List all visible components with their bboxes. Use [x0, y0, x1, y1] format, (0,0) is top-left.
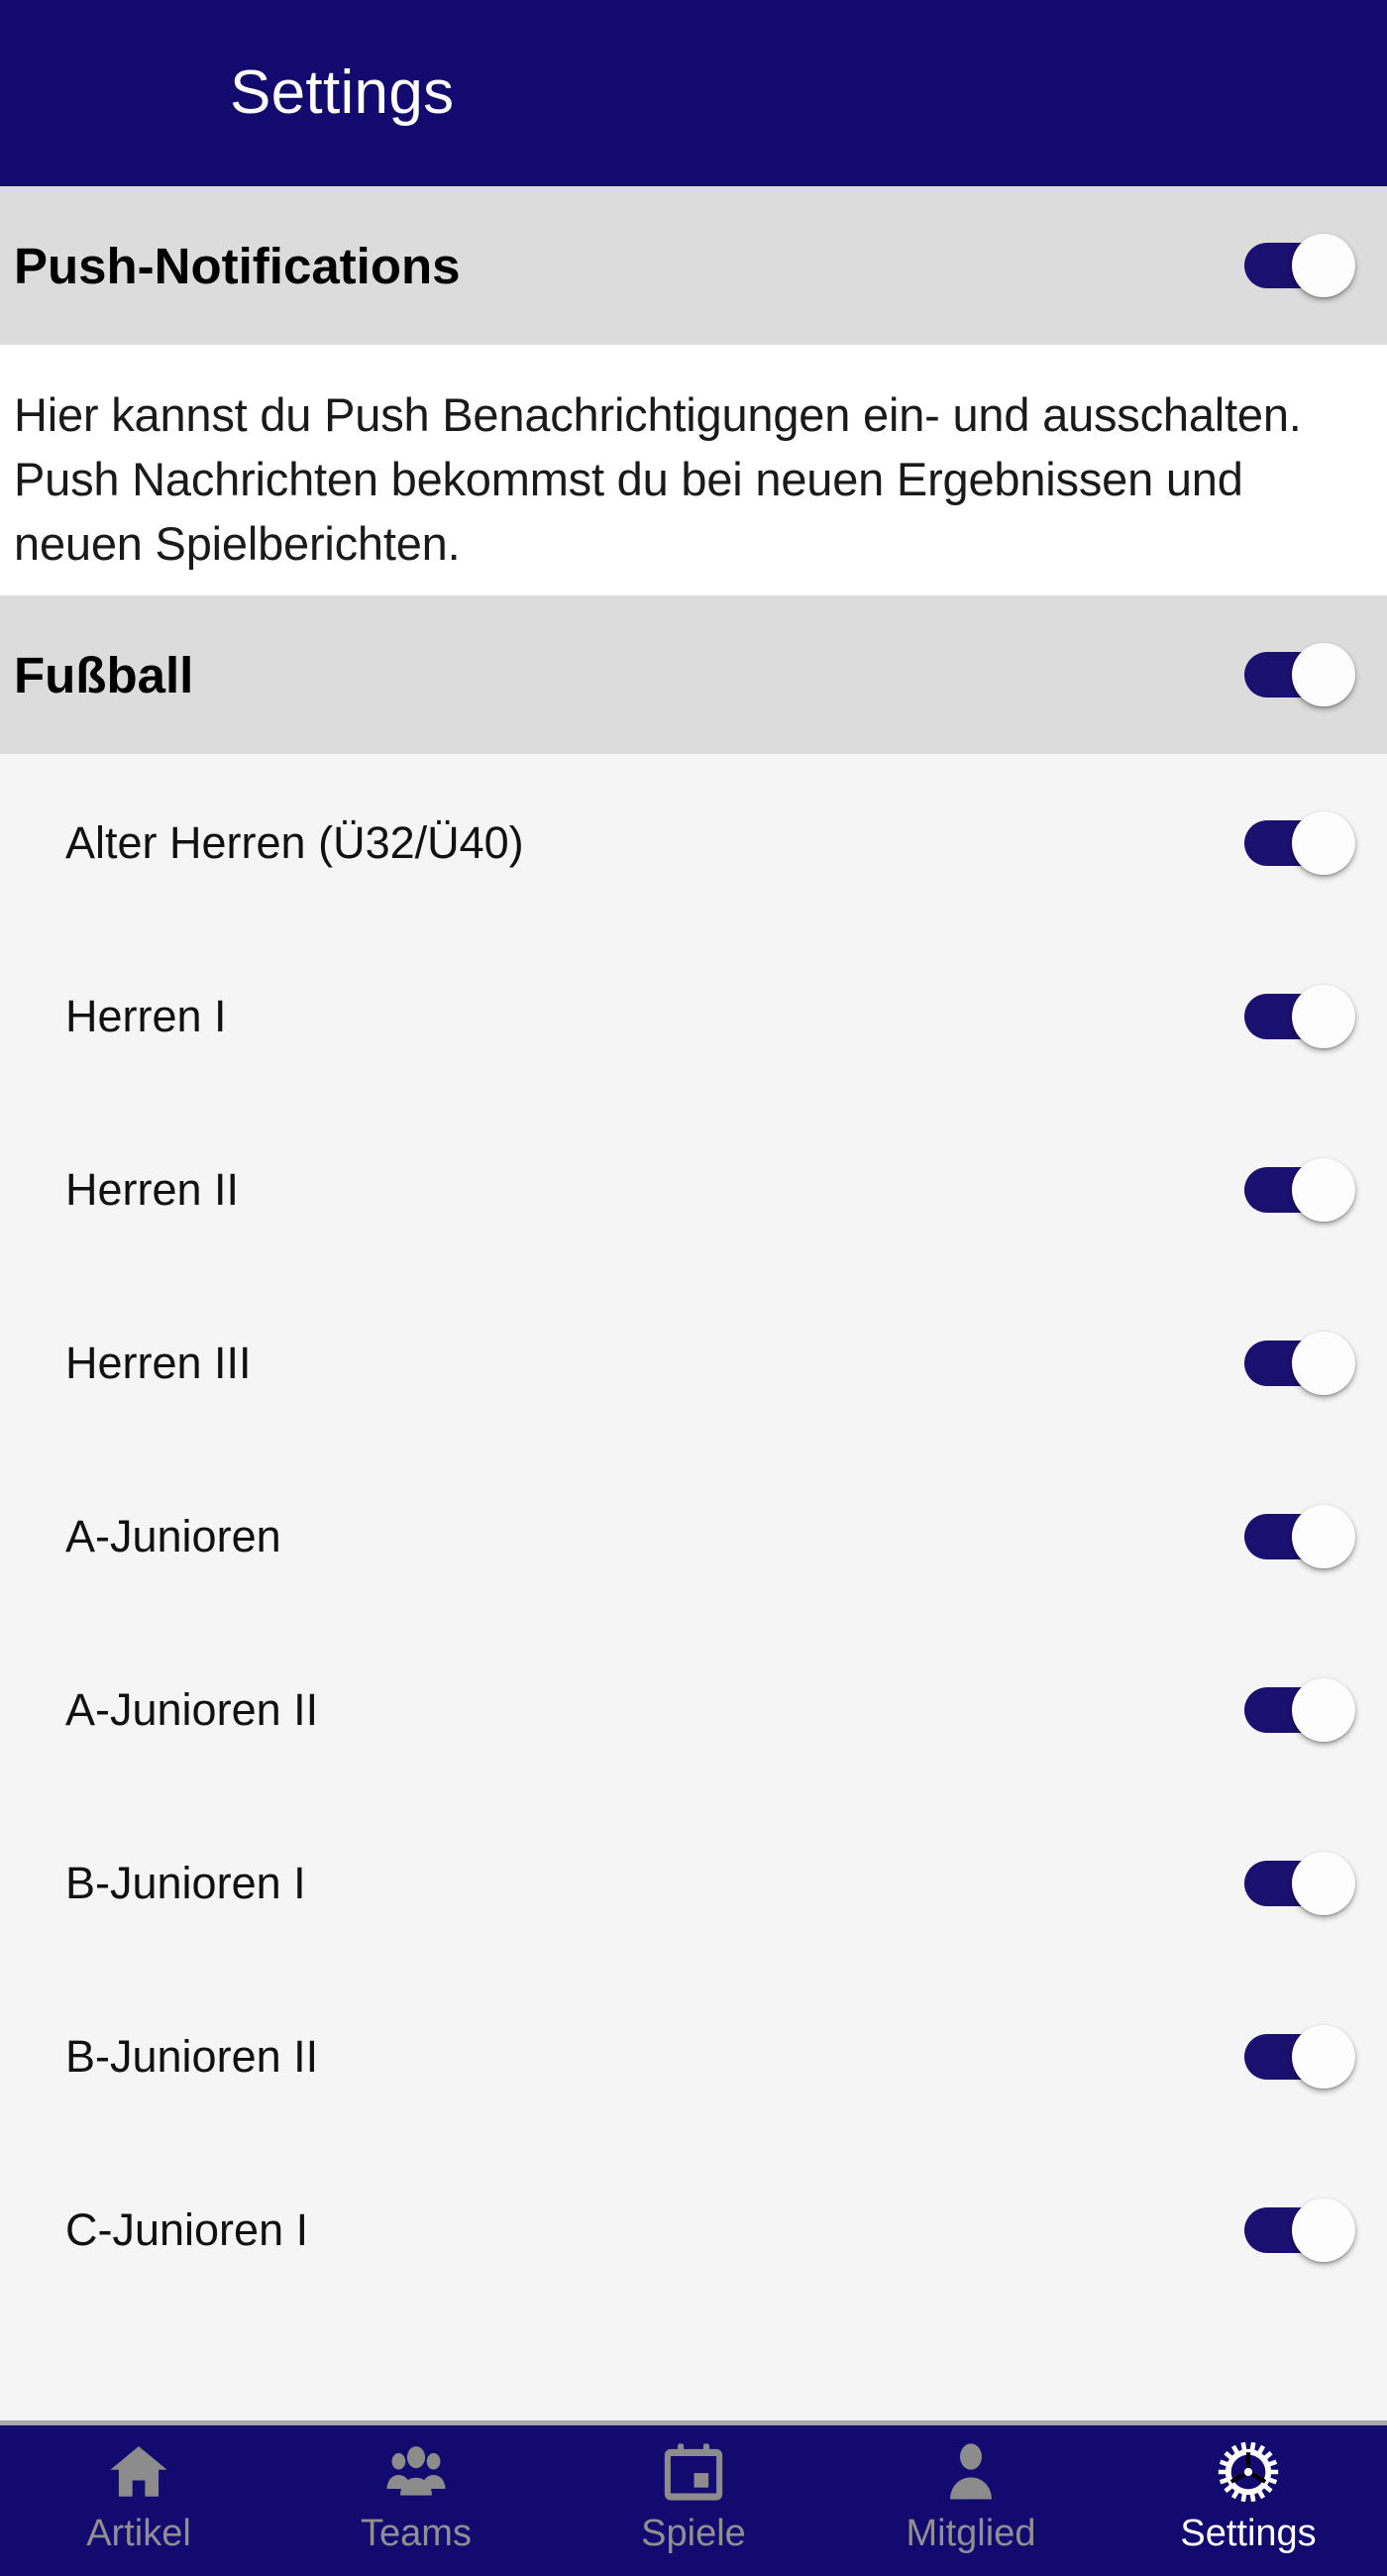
nav-item-label: Settings [1180, 2513, 1317, 2554]
team-row[interactable]: C-Junioren I [0, 2143, 1387, 2316]
toggle-thumb [1292, 643, 1355, 706]
team-toggle[interactable] [1244, 1331, 1355, 1395]
nav-item-spiele[interactable]: Spiele [555, 2425, 832, 2576]
team-row[interactable]: B-Junioren I [0, 1796, 1387, 1970]
description-text: Hier kannst du Push Benachrichtigungen e… [14, 388, 1302, 570]
team-label: Herren III [65, 1338, 252, 1388]
team-label: A-Junioren [65, 1511, 281, 1561]
fussball-label: Fußball [14, 646, 194, 703]
toggle-thumb [1292, 1504, 1355, 1568]
app-bar: Settings [0, 0, 1387, 186]
team-row[interactable]: A-Junioren [0, 1449, 1387, 1623]
settings-scroll-body[interactable]: Push-Notifications Hier kannst du Push B… [0, 186, 1387, 2420]
nav-item-teams[interactable]: Teams [277, 2425, 555, 2576]
home-icon [106, 2439, 171, 2505]
people-icon [383, 2439, 449, 2505]
team-list: Alter Herren (Ü32/Ü40) Herren I Herren II H… [0, 754, 1387, 2420]
page-title: Settings [230, 58, 455, 127]
nav-item-artikel[interactable]: Artikel [0, 2425, 277, 2576]
team-toggle[interactable] [1244, 1504, 1355, 1568]
team-label: C-Junioren I [65, 2204, 309, 2255]
push-notifications-description: Hier kannst du Push Benachrichtigungen e… [0, 345, 1387, 595]
push-notifications-label: Push-Notifications [14, 237, 461, 294]
team-label: Alter Herren (Ü32/Ü40) [65, 817, 524, 868]
push-notifications-toggle[interactable] [1244, 234, 1355, 297]
team-toggle[interactable] [1244, 2024, 1355, 2089]
team-toggle[interactable] [1244, 1157, 1355, 1222]
toggle-thumb [1292, 984, 1355, 1048]
team-row[interactable]: Alter Herren (Ü32/Ü40) [0, 756, 1387, 929]
nav-item-label: Teams [361, 2513, 472, 2554]
team-toggle[interactable] [1244, 810, 1355, 875]
nav-item-label: Artikel [86, 2513, 191, 2554]
team-label: B-Junioren II [65, 2031, 319, 2082]
team-row[interactable]: B-Junioren II [0, 1970, 1387, 2143]
toggle-thumb [1292, 2024, 1355, 2089]
team-label: Herren I [65, 991, 227, 1041]
team-toggle[interactable] [1244, 1677, 1355, 1742]
toggle-thumb [1292, 810, 1355, 875]
nav-item-mitglied[interactable]: Mitglied [832, 2425, 1110, 2576]
toggle-thumb [1292, 2198, 1355, 2262]
fussball-section-header[interactable]: Fußball [0, 595, 1387, 754]
team-toggle[interactable] [1244, 1851, 1355, 1915]
team-toggle[interactable] [1244, 984, 1355, 1048]
team-label: Herren II [65, 1164, 240, 1215]
bottom-navigation: Artikel Teams Spiele Mitglied Settings [0, 2425, 1387, 2576]
team-row[interactable]: Herren II [0, 1103, 1387, 1276]
settings-screen: Settings Push-Notifications Hier kannst … [0, 0, 1387, 2576]
nav-item-label: Spiele [641, 2513, 746, 2554]
fussball-toggle[interactable] [1244, 643, 1355, 706]
push-notifications-section-header[interactable]: Push-Notifications [0, 186, 1387, 345]
nav-item-label: Mitglied [906, 2513, 1036, 2554]
team-row[interactable]: A-Junioren II [0, 1623, 1387, 1796]
toggle-thumb [1292, 1331, 1355, 1395]
toggle-thumb [1292, 1677, 1355, 1742]
toggle-thumb [1292, 234, 1355, 297]
team-label: A-Junioren II [65, 1684, 319, 1735]
toggle-thumb [1292, 1157, 1355, 1222]
team-row[interactable]: Herren III [0, 1276, 1387, 1449]
nav-item-settings[interactable]: Settings [1110, 2425, 1387, 2576]
person-icon [938, 2439, 1004, 2505]
calendar-icon [661, 2439, 726, 2505]
toggle-thumb [1292, 1851, 1355, 1915]
team-label: B-Junioren I [65, 1858, 306, 1908]
team-row[interactable]: Herren I [0, 929, 1387, 1103]
gear-icon [1216, 2439, 1281, 2505]
team-toggle[interactable] [1244, 2198, 1355, 2262]
